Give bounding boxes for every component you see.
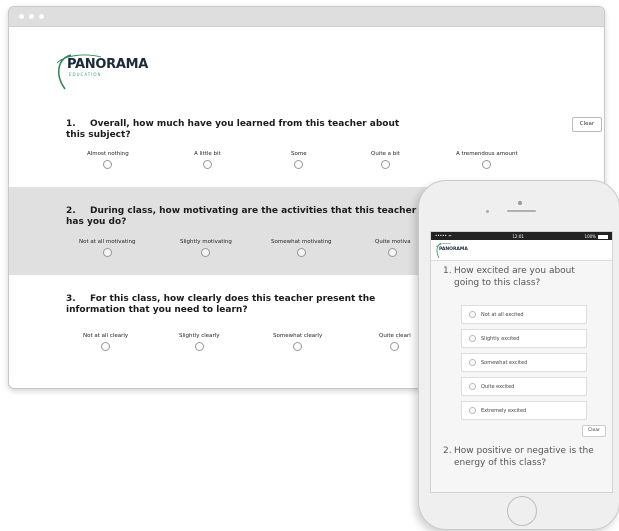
option-somewhat-motivating[interactable]: Somewhat motivating	[271, 239, 332, 257]
question-1-text: 1. Overall, how much have you learned fro…	[66, 119, 406, 141]
status-time: 12:01	[512, 233, 524, 239]
radio-button[interactable]	[482, 160, 492, 169]
clear-button[interactable]: Clear	[572, 117, 602, 132]
radio-button[interactable]	[103, 160, 113, 169]
radio-button[interactable]	[469, 383, 476, 390]
radio-button[interactable]	[194, 342, 204, 351]
phone-app-header: PANORAMA	[431, 240, 612, 261]
radio-button[interactable]	[469, 407, 476, 414]
phone-question-1: 1. How excited are you about going to thi…	[443, 265, 603, 289]
question-number: 2.	[443, 446, 452, 456]
option-some[interactable]: Some	[291, 151, 307, 169]
option-not-at-all-motivating[interactable]: Not at all motivating	[79, 239, 136, 257]
option-label: Slightly clearly	[179, 333, 220, 339]
option-quite-clearly[interactable]: Quite clearl	[379, 333, 411, 351]
option-label: Quite a bit	[371, 151, 400, 157]
window-minimize-dot[interactable]	[29, 14, 34, 19]
option-label: Quite excited	[481, 383, 515, 390]
option-label: Extremely excited	[481, 407, 527, 414]
battery-icon	[597, 234, 608, 239]
phone-camera	[518, 201, 522, 205]
radio-button[interactable]	[294, 160, 304, 169]
radio-button[interactable]	[296, 248, 306, 257]
option-label: Not at all excited	[481, 311, 524, 318]
radio-button[interactable]	[469, 335, 476, 342]
radio-button[interactable]	[201, 248, 211, 257]
signal-indicator: ••••• ᯤ	[435, 233, 452, 239]
question-label: During class, how motivating are the act…	[66, 206, 417, 227]
question-number: 1.	[66, 119, 76, 129]
question-number: 2.	[66, 206, 76, 216]
option-slightly-motivating[interactable]: Slightly motivating	[180, 239, 232, 257]
signal-icon: •••••	[435, 233, 447, 238]
logo-subtitle: EDUCATION	[69, 72, 102, 77]
radio-button[interactable]	[202, 160, 212, 169]
phone-option-quite-excited[interactable]: Quite excited	[461, 377, 587, 396]
radio-button[interactable]	[380, 160, 390, 169]
question-label: How positive or negative is the energy o…	[454, 446, 594, 468]
option-almost-nothing[interactable]: Almost nothing	[87, 151, 129, 169]
question-number: 3.	[66, 294, 76, 304]
battery-indicator: 100%	[585, 234, 608, 239]
logo-wordmark: PANORAMA	[67, 57, 148, 72]
option-label: Not at all motivating	[79, 239, 136, 245]
phone-logo-wordmark: PANORAMA	[439, 247, 468, 252]
option-quite-a-bit[interactable]: Quite a bit	[371, 151, 400, 169]
phone-option-somewhat-excited[interactable]: Somewhat excited	[461, 353, 587, 372]
phone-home-button[interactable]	[507, 496, 537, 526]
question-label: Overall, how much have you learned from …	[66, 119, 400, 140]
option-label: Somewhat motivating	[271, 239, 332, 245]
option-slightly-clearly[interactable]: Slightly clearly	[179, 333, 220, 351]
phone-device: ••••• ᯤ 12:01 100% PANORAMA 1. How excite…	[418, 180, 619, 530]
option-a-tremendous-amount[interactable]: A tremendous amount	[456, 151, 518, 169]
phone-speaker	[507, 210, 536, 212]
option-a-little-bit[interactable]: A little bit	[194, 151, 221, 169]
question-2-text: 2. During class, how motivating are the a…	[66, 206, 426, 228]
option-label: A little bit	[194, 151, 221, 157]
phone-clear-button[interactable]: Clear	[582, 425, 606, 437]
panorama-logo: PANORAMA EDUCATION	[51, 49, 171, 90]
option-label: Quite motiva	[375, 239, 411, 245]
phone-answer-options: Not at all excited Slightly excited Some…	[461, 305, 587, 425]
option-label: Almost nothing	[87, 151, 129, 157]
window-titlebar	[9, 7, 604, 27]
status-bar: ••••• ᯤ 12:01 100%	[431, 232, 612, 240]
wifi-icon: ᯤ	[448, 233, 452, 238]
window-close-dot[interactable]	[19, 14, 24, 19]
radio-button[interactable]	[293, 342, 303, 351]
phone-option-slightly-excited[interactable]: Slightly excited	[461, 329, 587, 348]
phone-sensor	[486, 210, 489, 213]
phone-screen: ••••• ᯤ 12:01 100% PANORAMA 1. How excite…	[430, 231, 613, 493]
option-label: Somewhat excited	[481, 359, 528, 366]
radio-button[interactable]	[388, 248, 398, 257]
battery-percent: 100%	[584, 233, 596, 239]
radio-button[interactable]	[390, 342, 400, 351]
question-1: 1. Overall, how much have you learned fro…	[9, 107, 604, 185]
question-number: 1.	[443, 266, 452, 276]
option-somewhat-clearly[interactable]: Somewhat clearly	[273, 333, 322, 351]
option-label: A tremendous amount	[456, 151, 518, 157]
question-label: How excited are you about going to this …	[454, 266, 575, 288]
radio-button[interactable]	[469, 359, 476, 366]
radio-button[interactable]	[102, 248, 112, 257]
phone-option-extremely-excited[interactable]: Extremely excited	[461, 401, 587, 420]
option-label: Somewhat clearly	[273, 333, 323, 339]
option-quite-motivating[interactable]: Quite motiva	[375, 239, 411, 257]
radio-button[interactable]	[469, 311, 476, 318]
question-3-text: 3. For this class, how clearly does this …	[66, 294, 426, 316]
window-zoom-dot[interactable]	[39, 14, 44, 19]
option-label: Not at all clearly	[83, 333, 129, 339]
option-label: Slightly excited	[481, 335, 520, 342]
option-label: Some	[291, 151, 307, 157]
option-label: Quite clearl	[379, 333, 411, 339]
radio-button[interactable]	[101, 342, 111, 351]
option-not-at-all-clearly[interactable]: Not at all clearly	[83, 333, 128, 351]
phone-question-2: 2. How positive or negative is the energy…	[443, 445, 603, 469]
question-label: For this class, how clearly does this te…	[66, 294, 376, 315]
option-label: Slightly motivating	[180, 239, 232, 245]
phone-option-not-at-all-excited[interactable]: Not at all excited	[461, 305, 587, 324]
